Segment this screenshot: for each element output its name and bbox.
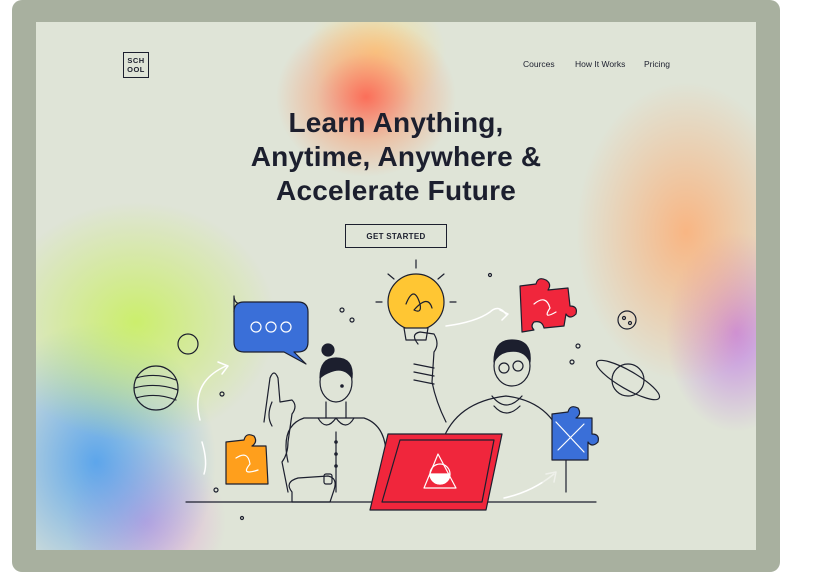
landing-page: SCH OOL Cources How It Works Pricing Lea…	[36, 22, 756, 550]
woman-figure	[263, 343, 387, 503]
puzzle-piece-orange-icon	[225, 434, 269, 485]
hero-illustration	[133, 259, 661, 521]
saturn-icon	[595, 359, 661, 401]
lightbulb-icon	[375, 259, 457, 341]
laptop-icon	[369, 433, 503, 511]
puzzle-piece-icon	[519, 278, 577, 333]
chat-bubble-icon	[233, 295, 309, 365]
planet-icon	[133, 365, 179, 411]
